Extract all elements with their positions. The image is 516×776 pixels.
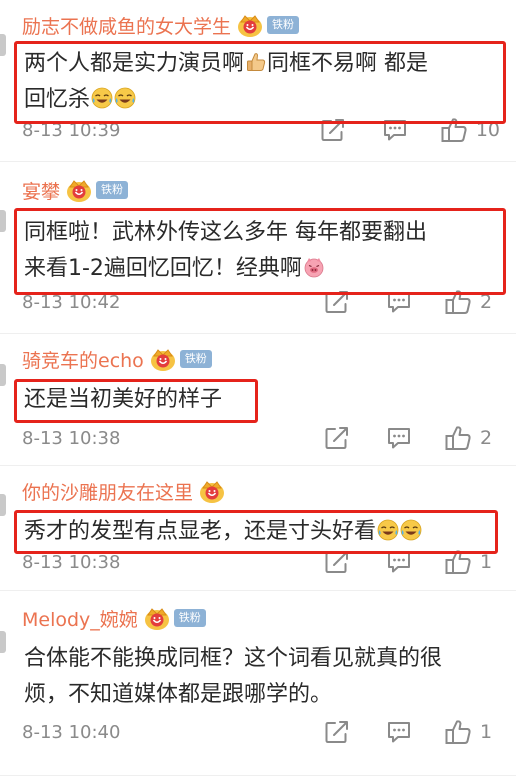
reply-button[interactable]	[386, 425, 412, 451]
comment-text-line: 同框不易啊 都是	[267, 51, 429, 76]
username[interactable]: 骑竞车的echo	[22, 346, 144, 373]
timestamp: 8-13 10:40	[22, 721, 121, 743]
laugh-cry-icon	[377, 519, 399, 541]
like-button[interactable]: 1	[444, 548, 500, 576]
meta-row: 8-13 10:38 2	[22, 420, 500, 456]
fan-badge: 铁粉	[96, 181, 129, 199]
laugh-cry-icon	[114, 87, 136, 109]
username[interactable]: 你的沙雕朋友在这里	[22, 478, 193, 505]
crown-icon	[237, 13, 263, 37]
comment-item: Melody_婉婉 铁粉 合体能不能换成同框？这个词看见就真的很 烦，不知道媒体…	[0, 591, 516, 776]
user-row: 骑竞车的echo 铁粉	[22, 344, 500, 374]
thumbs-up-icon	[440, 116, 468, 144]
comment-text-line: 回忆杀	[24, 87, 91, 112]
username[interactable]: Melody_婉婉	[22, 605, 138, 632]
reply-button[interactable]	[386, 549, 412, 575]
like-button[interactable]: 1	[444, 718, 500, 746]
fan-badge: 铁粉	[173, 609, 206, 627]
fan-badge: 铁粉	[267, 16, 300, 34]
share-button[interactable]	[324, 425, 350, 451]
thumbs-up-icon	[444, 548, 472, 576]
like-button[interactable]: 2	[444, 424, 500, 452]
comment-item: 你的沙雕朋友在这里 秀才的发型有点显老，还是寸头好看 8-13 10:38 1	[0, 466, 516, 591]
like-count: 1	[480, 551, 493, 573]
comment-feed: 励志不做咸鱼的女大学生 铁粉 两个人都是实力演员啊 同框不易啊 都是 回忆杀 8-…	[0, 0, 516, 776]
share-button[interactable]	[324, 719, 350, 745]
comment-body[interactable]: 还是当初美好的样子	[14, 379, 500, 423]
like-count: 10	[475, 119, 500, 141]
like-count: 2	[480, 291, 493, 313]
crown-icon	[144, 606, 170, 630]
like-count: 2	[480, 427, 493, 449]
comment-body[interactable]: 秀才的发型有点显老，还是寸头好看	[14, 510, 500, 554]
user-row: 你的沙雕朋友在这里	[22, 476, 500, 506]
reply-button[interactable]	[386, 289, 412, 315]
avatar-edge	[0, 364, 6, 386]
username[interactable]: 宴攀	[22, 177, 60, 204]
thumbs-up-icon	[245, 51, 267, 73]
comment-item: 骑竞车的echo 铁粉 还是当初美好的样子 8-13 10:38 2	[0, 334, 516, 466]
reply-button[interactable]	[382, 117, 408, 143]
comment-body[interactable]: 两个人都是实力演员啊 同框不易啊 都是 回忆杀	[14, 41, 506, 124]
like-count: 1	[480, 721, 493, 743]
comment-item: 宴攀 铁粉 同框啦！武林外传这么多年 每年都要翻出 来看1-2遍回忆回忆！经典啊…	[0, 162, 516, 334]
like-button[interactable]: 10	[440, 116, 500, 144]
share-icon	[324, 549, 350, 575]
user-row: 宴攀 铁粉	[22, 175, 500, 205]
comment-text-line: 两个人都是实力演员啊	[24, 51, 245, 76]
pig-icon	[303, 256, 325, 278]
comment-text-line: 秀才的发型有点显老，还是寸头好看	[24, 519, 377, 544]
comment-icon	[386, 549, 412, 575]
fan-badge: 铁粉	[179, 350, 212, 368]
comment-text-line: 合体能不能换成同框？这个词看见就真的很	[24, 646, 443, 671]
comment-text-line: 烦，不知道媒体都是跟哪学的。	[24, 682, 333, 707]
laugh-cry-icon	[400, 519, 422, 541]
like-button[interactable]: 2	[444, 288, 500, 316]
user-row: 励志不做咸鱼的女大学生 铁粉	[22, 10, 500, 40]
comment-text-line: 同框啦！武林外传这么多年 每年都要翻出	[24, 220, 427, 245]
thumbs-up-icon	[444, 718, 472, 746]
user-row: Melody_婉婉 铁粉	[22, 603, 500, 633]
action-bar: 1	[288, 548, 500, 576]
meta-row: 8-13 10:42 2	[22, 284, 500, 320]
laugh-cry-icon	[91, 87, 113, 109]
thumbs-up-icon	[444, 288, 472, 316]
reply-button[interactable]	[386, 719, 412, 745]
comment-text-line: 还是当初美好的样子	[24, 387, 223, 412]
avatar-edge	[0, 34, 6, 56]
action-bar: 10	[284, 116, 500, 144]
share-button[interactable]	[324, 549, 350, 575]
crown-icon	[150, 347, 176, 371]
timestamp: 8-13 10:38	[22, 427, 121, 449]
comment-item: 励志不做咸鱼的女大学生 铁粉 两个人都是实力演员啊 同框不易啊 都是 回忆杀 8-…	[0, 0, 516, 162]
share-icon	[324, 289, 350, 315]
comment-body[interactable]: 同框啦！武林外传这么多年 每年都要翻出 来看1-2遍回忆回忆！经典啊	[14, 208, 506, 295]
crown-icon	[199, 479, 225, 503]
timestamp: 8-13 10:38	[22, 551, 121, 573]
avatar-edge	[0, 494, 6, 516]
avatar-edge	[0, 631, 6, 653]
comment-icon	[386, 289, 412, 315]
share-icon	[320, 117, 346, 143]
meta-row: 8-13 10:40 1	[22, 714, 500, 750]
share-button[interactable]	[320, 117, 346, 143]
action-bar: 2	[288, 424, 500, 452]
comment-icon	[386, 425, 412, 451]
share-button[interactable]	[324, 289, 350, 315]
comment-icon	[382, 117, 408, 143]
action-bar: 2	[288, 288, 500, 316]
share-icon	[324, 425, 350, 451]
timestamp: 8-13 10:39	[22, 119, 121, 141]
action-bar: 1	[288, 718, 500, 746]
comment-icon	[386, 719, 412, 745]
thumbs-up-icon	[444, 424, 472, 452]
comment-body[interactable]: 合体能不能换成同框？这个词看见就真的很 烦，不知道媒体都是跟哪学的。	[22, 641, 500, 713]
username[interactable]: 励志不做咸鱼的女大学生	[22, 12, 231, 39]
crown-icon	[66, 178, 92, 202]
comment-text-line: 来看1-2遍回忆回忆！经典啊	[24, 256, 302, 281]
share-icon	[324, 719, 350, 745]
avatar-edge	[0, 210, 6, 232]
timestamp: 8-13 10:42	[22, 291, 121, 313]
